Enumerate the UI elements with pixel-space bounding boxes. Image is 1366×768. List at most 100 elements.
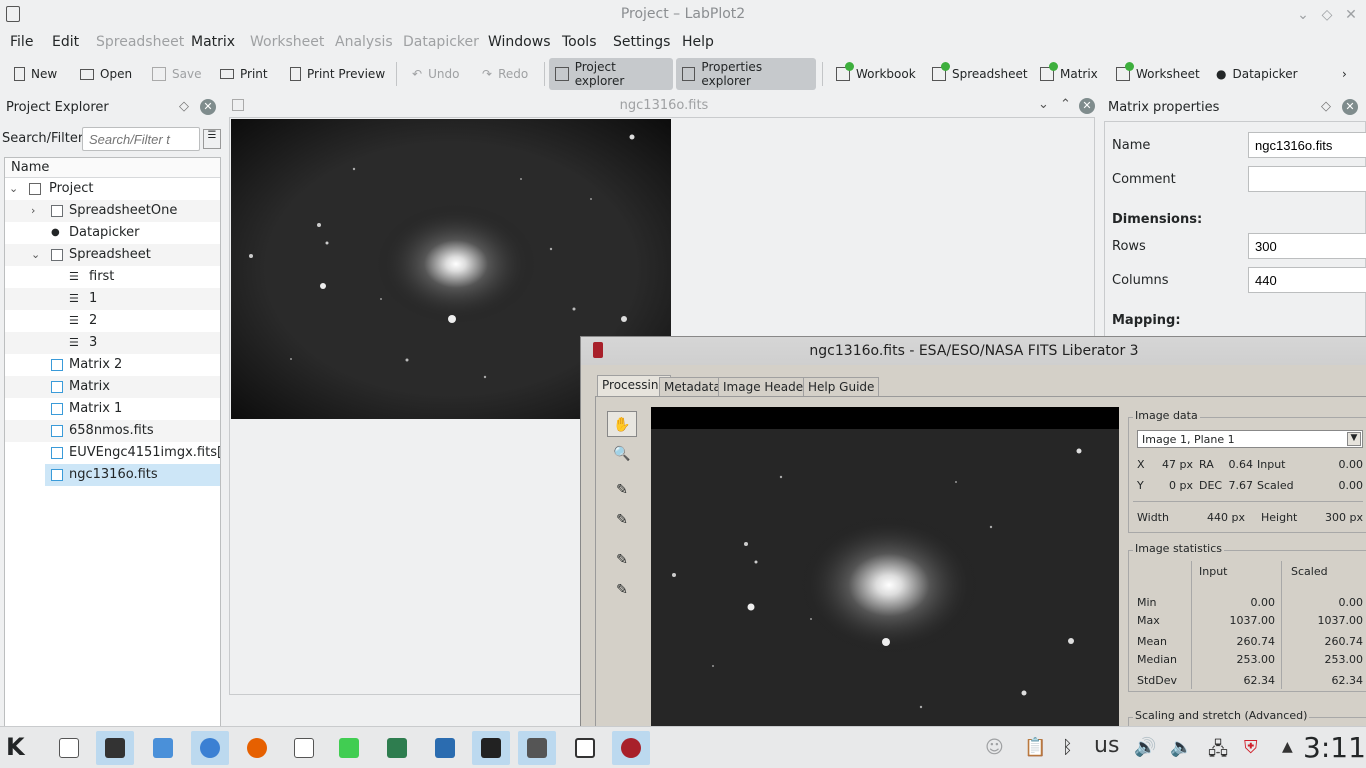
security-shield-icon[interactable]: ⛨ — [1244, 737, 1258, 758]
project-explorer-dock: Project Explorer ◇ ✕ Search/Filter: ☰ Na… — [0, 95, 224, 768]
menu-analysis[interactable]: Analysis — [335, 34, 393, 50]
new-matrix-button[interactable]: Matrix — [1034, 58, 1104, 90]
tree-item-euvengc4151[interactable]: EUVEngc4151imgx.fits[sw — [5, 442, 220, 464]
task-system-monitor[interactable] — [378, 731, 416, 765]
fits-preview-image[interactable] — [651, 407, 1119, 727]
menu-file[interactable]: File — [10, 34, 33, 50]
comment-input[interactable] — [1248, 166, 1366, 192]
name-input[interactable] — [1248, 132, 1366, 158]
rows-input[interactable] — [1248, 233, 1366, 259]
task-qbittorrent[interactable] — [191, 731, 229, 765]
close-dock-icon[interactable]: ✕ — [1342, 99, 1358, 115]
toolbar-overflow-chevron-icon[interactable]: › — [1336, 58, 1353, 90]
clipboard-icon[interactable]: 📋 — [1024, 737, 1046, 758]
maximize-icon[interactable]: ◇ — [1318, 6, 1336, 24]
white-point-picker-icon[interactable]: ✎ — [607, 577, 637, 603]
task-firefox[interactable] — [238, 731, 276, 765]
zoom-tool-icon[interactable]: 🔍 — [607, 441, 637, 467]
tree-item-matrix[interactable]: Matrix — [5, 376, 220, 398]
task-qt-creator[interactable] — [330, 731, 368, 765]
tree-item-matrix-2[interactable]: Matrix 2 — [5, 354, 220, 376]
black-point-picker-icon[interactable]: ✎ — [607, 547, 637, 573]
tree-item-project[interactable]: ⌄ Project — [5, 178, 220, 200]
menu-help[interactable]: Help — [682, 34, 714, 50]
float-dock-icon[interactable]: ◇ — [1321, 99, 1331, 114]
close-dock-icon[interactable]: ✕ — [200, 99, 216, 115]
expand-arrow-icon[interactable]: › — [31, 200, 43, 222]
task-media-player[interactable] — [96, 731, 134, 765]
tree-item-column-first[interactable]: ☰ first — [5, 266, 220, 288]
filter-options-icon[interactable]: ☰ — [203, 129, 221, 149]
task-labplot[interactable] — [518, 731, 556, 765]
hand-tool-icon[interactable]: ✋ — [607, 411, 637, 437]
redo-button[interactable]: ↷ Redo — [476, 58, 534, 90]
user-switch-icon[interactable]: ☺ — [985, 737, 1004, 758]
tree-item-ngc1316o[interactable]: ngc1316o.fits — [45, 464, 220, 486]
eyedropper-white-icon[interactable]: ✎ — [607, 507, 637, 533]
print-preview-label: Print Preview — [307, 67, 386, 81]
height-label: Height — [1261, 511, 1298, 524]
collapse-arrow-icon[interactable]: ⌄ — [31, 244, 43, 266]
tree-item-column-2[interactable]: ☰ 2 — [5, 310, 220, 332]
volume-icon[interactable]: 🔊 — [1134, 737, 1156, 758]
clock[interactable]: 3:11 — [1303, 731, 1366, 764]
tree-item-column-1[interactable]: ☰ 1 — [5, 288, 220, 310]
mdi-maximize-icon[interactable]: ⌃ — [1060, 97, 1071, 112]
mdi-minimize-icon[interactable]: ⌄ — [1038, 97, 1049, 112]
menu-tools[interactable]: Tools — [562, 34, 597, 50]
new-spreadsheet-button[interactable]: Spreadsheet — [926, 58, 1034, 90]
new-button[interactable]: New — [8, 58, 63, 90]
menu-worksheet[interactable]: Worksheet — [250, 34, 324, 50]
bluetooth-icon[interactable]: ᛒ — [1062, 737, 1073, 758]
save-button[interactable]: Save — [146, 58, 207, 90]
close-window-icon[interactable]: ✕ — [1342, 6, 1360, 24]
labplot-datapicker-icon — [481, 738, 501, 758]
network-icon[interactable]: 🖧 — [1208, 737, 1228, 767]
column-icon: ☰ — [69, 314, 79, 327]
print-button[interactable]: Print — [214, 58, 274, 90]
task-presentation[interactable] — [144, 731, 182, 765]
project-explorer-title: Project Explorer — [6, 100, 109, 115]
tree-item-matrix-1[interactable]: Matrix 1 — [5, 398, 220, 420]
properties-explorer-toggle[interactable]: Properties explorer — [676, 58, 816, 90]
dropdown-arrow-icon[interactable]: ▼ — [1347, 432, 1361, 446]
menu-windows[interactable]: Windows — [488, 34, 551, 50]
columns-input[interactable] — [1248, 267, 1366, 293]
plane-select[interactable]: Image 1, Plane 1 ▼ — [1137, 430, 1363, 448]
tab-help-guide[interactable]: Help Guide — [803, 377, 880, 397]
task-mail[interactable] — [426, 731, 464, 765]
tree-item-column-3[interactable]: ☰ 3 — [5, 332, 220, 354]
print-preview-button[interactable]: Print Preview — [284, 58, 391, 90]
eyedropper-icon[interactable]: ✎ — [607, 477, 637, 503]
collapse-arrow-icon[interactable]: ⌄ — [9, 178, 21, 200]
menu-spreadsheet[interactable]: Spreadsheet — [96, 34, 184, 50]
kde-launcher-icon[interactable]: K — [6, 733, 25, 761]
keyboard-layout[interactable]: us — [1094, 733, 1119, 758]
menu-matrix[interactable]: Matrix — [191, 34, 235, 50]
task-spreadsheet[interactable] — [285, 731, 323, 765]
menu-edit[interactable]: Edit — [52, 34, 79, 50]
tree-item-spreadsheetone[interactable]: › SpreadsheetOne — [5, 200, 220, 222]
project-explorer-toggle[interactable]: Project explorer — [549, 58, 673, 90]
menu-datapicker[interactable]: Datapicker — [403, 34, 479, 50]
tab-metadata[interactable]: Metadata — [659, 377, 726, 397]
tree-item-datapicker[interactable]: ● Datapicker — [5, 222, 220, 244]
new-datapicker-button[interactable]: ● Datapicker — [1210, 58, 1304, 90]
mdi-close-icon[interactable]: ✕ — [1079, 98, 1095, 114]
audio-output-icon[interactable]: 🔈 — [1170, 737, 1192, 758]
new-workbook-button[interactable]: Workbook — [830, 58, 922, 90]
undo-button[interactable]: ↶ Undo — [406, 58, 465, 90]
menu-settings[interactable]: Settings — [613, 34, 670, 50]
minimize-icon[interactable]: ⌄ — [1294, 6, 1312, 24]
tree-item-spreadsheet[interactable]: ⌄ Spreadsheet — [5, 244, 220, 266]
task-file-manager[interactable] — [50, 731, 88, 765]
float-dock-icon[interactable]: ◇ — [179, 99, 189, 114]
search-filter-input[interactable] — [82, 127, 200, 151]
task-fits-liberator[interactable] — [612, 731, 650, 765]
new-worksheet-button[interactable]: Worksheet — [1110, 58, 1206, 90]
task-image-viewer[interactable] — [566, 731, 604, 765]
tree-item-658nmos[interactable]: 658nmos.fits — [5, 420, 220, 442]
tray-expand-icon[interactable]: ▲ — [1282, 739, 1293, 755]
open-button[interactable]: Open — [74, 58, 138, 90]
task-labplot-datapicker[interactable] — [472, 731, 510, 765]
